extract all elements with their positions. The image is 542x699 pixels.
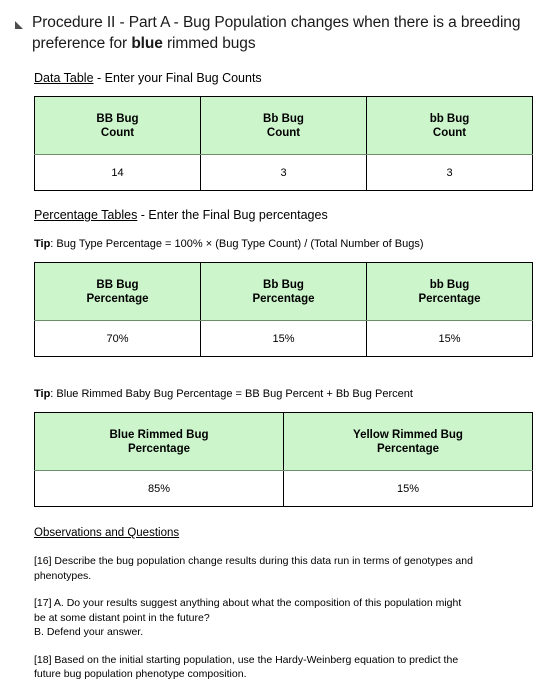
question-line: [16] Describe the bug population change … bbox=[34, 555, 473, 567]
genotype-percentage-table: BB Bug Percentage Bb Bug Percentage bb B… bbox=[34, 262, 533, 357]
table-row: 85% 15% bbox=[34, 470, 533, 507]
cell-bbrec-count[interactable]: 3 bbox=[366, 154, 533, 191]
table-row: 14 3 3 bbox=[34, 154, 533, 191]
percentage-tables-heading-rest: - Enter the Final Bug percentages bbox=[137, 208, 328, 222]
question-18: [18] Based on the initial starting popul… bbox=[34, 653, 533, 682]
section-title-row: Procedure II - Part A - Bug Population c… bbox=[0, 0, 542, 54]
header-line-2: Count bbox=[266, 126, 301, 139]
header-line-2: Count bbox=[432, 126, 467, 139]
question-line: [17] A. Do your results suggest anything… bbox=[34, 597, 462, 609]
percentage-tables-heading: Percentage Tables - Enter the Final Bug … bbox=[34, 207, 533, 223]
header-yellow-rimmed-percentage: Yellow Rimmed Bug Percentage bbox=[283, 412, 533, 471]
cell-bbrec-percentage[interactable]: 15% bbox=[366, 320, 533, 357]
table-row: 70% 15% 15% bbox=[34, 320, 533, 357]
question-line: B. Defend your answer. bbox=[34, 626, 144, 638]
data-table-heading-rest: - Enter your Final Bug Counts bbox=[93, 71, 262, 85]
header-line-1: Blue Rimmed Bug bbox=[109, 428, 209, 441]
data-table-heading: Data Table - Enter your Final Bug Counts bbox=[34, 70, 533, 86]
cell-bbhet-count[interactable]: 3 bbox=[200, 154, 367, 191]
tip-label: Tip bbox=[34, 388, 51, 400]
header-line-1: Yellow Rimmed Bug bbox=[353, 428, 463, 441]
cell-bbhet-percentage[interactable]: 15% bbox=[200, 320, 367, 357]
question-16: [16] Describe the bug population change … bbox=[34, 554, 533, 583]
header-line-1: bb Bug bbox=[429, 278, 470, 291]
header-line-2: Percentage bbox=[376, 442, 439, 455]
worksheet-content: Data Table - Enter your Final Bug Counts… bbox=[0, 70, 542, 682]
page-title-prefix: Procedure II - Part A - Bug Population c… bbox=[32, 14, 521, 52]
header-line-1: BB Bug bbox=[96, 278, 139, 291]
table-header-row: Blue Rimmed Bug Percentage Yellow Rimmed… bbox=[34, 412, 533, 471]
cell-bb-count[interactable]: 14 bbox=[34, 154, 201, 191]
table-header-row: BB Bug Count Bb Bug Count bb Bug Count bbox=[34, 96, 533, 155]
header-line-2: Count bbox=[100, 126, 135, 139]
header-bbrec-count: bb Bug Count bbox=[366, 96, 533, 155]
header-bbrec-percentage: bb Bug Percentage bbox=[366, 262, 533, 321]
header-bb-count: BB Bug Count bbox=[34, 96, 201, 155]
cell-blue-rimmed-percentage[interactable]: 85% bbox=[34, 470, 284, 507]
header-line-1: BB Bug bbox=[96, 112, 139, 125]
observations-heading: Observations and Questions bbox=[34, 527, 180, 539]
tip-percentage-formula: Tip: Bug Type Percentage = 100% × (Bug T… bbox=[34, 237, 533, 252]
question-line: phenotypes. bbox=[34, 569, 92, 582]
percentage-tables-heading-label: Percentage Tables bbox=[34, 208, 138, 222]
question-line: be at some distant point in the future? bbox=[34, 611, 210, 624]
question-17: [17] A. Do your results suggest anything… bbox=[34, 596, 533, 640]
page-title-suffix: rimmed bugs bbox=[162, 35, 256, 52]
tip-label: Tip bbox=[34, 238, 51, 250]
header-bbhet-count: Bb Bug Count bbox=[200, 96, 367, 155]
question-line: [18] Based on the initial starting popul… bbox=[34, 653, 459, 666]
header-bbhet-percentage: Bb Bug Percentage bbox=[200, 262, 367, 321]
header-bb-percentage: BB Bug Percentage bbox=[34, 262, 201, 321]
tip-text: : Blue Rimmed Baby Bug Percentage = BB B… bbox=[50, 388, 413, 400]
header-line-2: Percentage bbox=[252, 292, 315, 305]
worksheet-page: Procedure II - Part A - Bug Population c… bbox=[0, 0, 542, 699]
tip-text: : Bug Type Percentage = 100% × (Bug Type… bbox=[50, 238, 424, 250]
header-line-2: Percentage bbox=[127, 442, 190, 455]
data-table-heading-label: Data Table bbox=[34, 71, 94, 85]
table-header-row: BB Bug Percentage Bb Bug Percentage bb B… bbox=[34, 262, 533, 321]
header-line-1: Bb Bug bbox=[263, 112, 304, 125]
question-line: future bug population phenotype composit… bbox=[34, 668, 247, 680]
phenotype-percentage-table: Blue Rimmed Bug Percentage Yellow Rimmed… bbox=[34, 412, 533, 507]
header-line-2: Percentage bbox=[418, 292, 481, 305]
collapse-triangle-icon[interactable] bbox=[12, 18, 26, 32]
page-title: Procedure II - Part A - Bug Population c… bbox=[32, 12, 534, 54]
header-line-1: bb Bug bbox=[429, 112, 470, 125]
header-blue-rimmed-percentage: Blue Rimmed Bug Percentage bbox=[34, 412, 284, 471]
cell-bb-percentage[interactable]: 70% bbox=[34, 320, 201, 357]
page-title-emphasis: blue bbox=[131, 35, 163, 52]
header-line-2: Percentage bbox=[86, 292, 149, 305]
cell-yellow-rimmed-percentage[interactable]: 15% bbox=[283, 470, 533, 507]
bug-count-table: BB Bug Count Bb Bug Count bb Bug Count 1… bbox=[34, 96, 533, 191]
header-line-1: Bb Bug bbox=[263, 278, 304, 291]
tip-blue-rimmed-formula: Tip: Blue Rimmed Baby Bug Percentage = B… bbox=[34, 387, 533, 402]
